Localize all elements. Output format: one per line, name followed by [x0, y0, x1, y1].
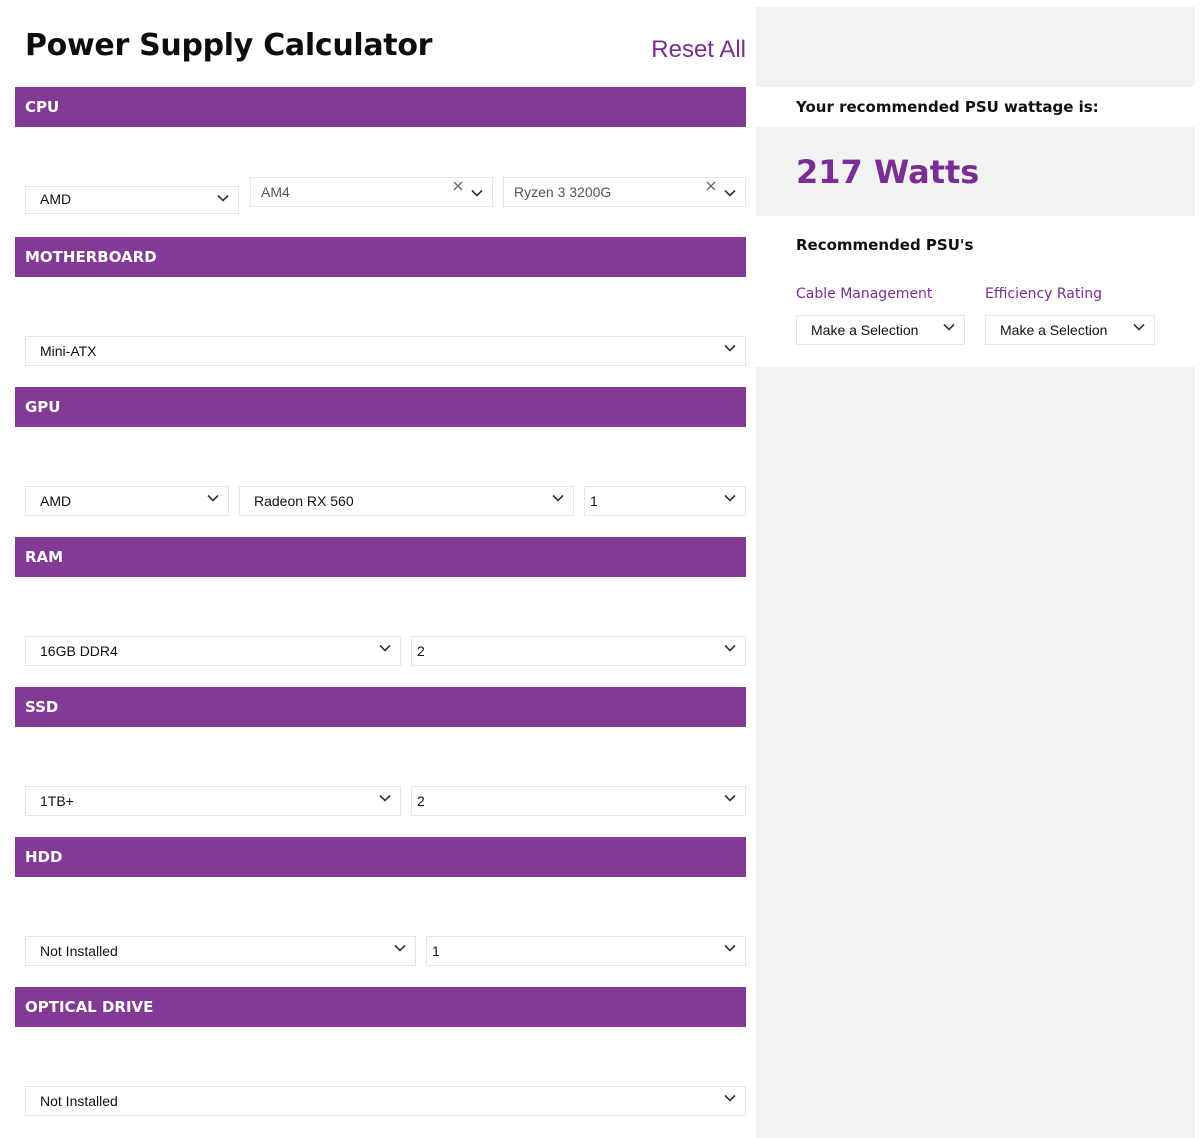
- optical-drive-type-select[interactable]: Not Installed: [25, 1086, 746, 1116]
- motherboard-section: MOTHERBOARD Mini-ATX: [15, 237, 746, 387]
- hdd-quantity-select[interactable]: 1: [426, 936, 746, 966]
- optical-drive-section-header: OPTICAL DRIVE: [15, 987, 746, 1027]
- cpu-model-value: Ryzen 3 3200G: [514, 184, 612, 200]
- cable-management-label: Cable Management: [796, 286, 933, 302]
- ssd-size-value: 1TB+: [40, 793, 74, 809]
- chevron-down-icon: [1133, 323, 1145, 331]
- gpu-quantity-value: 1: [590, 493, 598, 509]
- gpu-section-header: GPU: [15, 387, 746, 427]
- cpu-socket-value: AM4: [261, 184, 290, 200]
- gpu-quantity-select[interactable]: 1: [584, 486, 746, 516]
- wattage-label-band: Your recommended PSU wattage is:: [756, 87, 1195, 127]
- ram-type-select[interactable]: 16GB DDR4: [25, 636, 401, 666]
- cpu-brand-value: AMD: [40, 191, 72, 207]
- chevron-down-icon: [724, 344, 736, 352]
- cable-management-value: Make a Selection: [811, 322, 919, 338]
- chevron-down-icon: [394, 944, 406, 952]
- ssd-quantity-value: 2: [417, 793, 425, 809]
- hdd-quantity-value: 1: [432, 943, 440, 959]
- hdd-type-select[interactable]: Not Installed: [25, 936, 416, 966]
- cpu-brand-select[interactable]: AMD: [25, 186, 239, 214]
- chevron-down-icon: [379, 794, 391, 802]
- motherboard-section-header: MOTHERBOARD: [15, 237, 746, 277]
- optical-drive-section: OPTICAL DRIVE Not Installed: [15, 987, 746, 1137]
- reset-all-link[interactable]: Reset All: [651, 36, 746, 64]
- page-title: Power Supply Calculator: [25, 28, 433, 63]
- ssd-section-header: SSD: [15, 687, 746, 727]
- gpu-section: GPU AMD Radeon RX 560 1: [15, 387, 746, 537]
- ram-section-header: RAM: [15, 537, 746, 577]
- cpu-section: CPU AMD AM4 Ryzen 3 3200G: [15, 87, 746, 237]
- chevron-down-icon: [724, 494, 736, 502]
- clear-icon[interactable]: [452, 180, 464, 192]
- optical-drive-type-value: Not Installed: [40, 1093, 118, 1109]
- motherboard-form-factor-value: Mini-ATX: [40, 343, 97, 359]
- ram-section: RAM 16GB DDR4 2: [15, 537, 746, 687]
- chevron-down-icon: [724, 189, 736, 197]
- chevron-down-icon: [724, 1094, 736, 1102]
- ram-quantity-select[interactable]: 2: [411, 636, 746, 666]
- cpu-model-select[interactable]: Ryzen 3 3200G: [503, 177, 746, 207]
- ssd-quantity-select[interactable]: 2: [411, 786, 746, 816]
- chevron-down-icon: [552, 494, 564, 502]
- ssd-size-select[interactable]: 1TB+: [25, 786, 401, 816]
- recommended-psus-title: Recommended PSU's: [796, 236, 974, 254]
- hdd-type-value: Not Installed: [40, 943, 118, 959]
- chevron-down-icon: [471, 189, 483, 197]
- ssd-section: SSD 1TB+ 2: [15, 687, 746, 837]
- efficiency-rating-label: Efficiency Rating: [985, 286, 1103, 302]
- hdd-section: HDD Not Installed 1: [15, 837, 746, 987]
- clear-icon[interactable]: [705, 180, 717, 192]
- hdd-section-header: HDD: [15, 837, 746, 877]
- wattage-label: Your recommended PSU wattage is:: [796, 98, 1099, 116]
- efficiency-rating-value: Make a Selection: [1000, 322, 1108, 338]
- gpu-brand-value: AMD: [40, 493, 72, 509]
- chevron-down-icon: [217, 194, 229, 202]
- cpu-section-header: CPU: [15, 87, 746, 127]
- gpu-model-value: Radeon RX 560: [254, 493, 354, 509]
- result-panel: Your recommended PSU wattage is: 217 Wat…: [756, 7, 1195, 1138]
- gpu-brand-select[interactable]: AMD: [25, 486, 229, 516]
- chevron-down-icon: [724, 644, 736, 652]
- chevron-down-icon: [724, 794, 736, 802]
- recommended-psus-band: Recommended PSU's Cable Management Effic…: [756, 216, 1195, 367]
- calculator-form: Power Supply Calculator Reset All CPU AM…: [15, 0, 746, 1138]
- motherboard-form-factor-select[interactable]: Mini-ATX: [25, 336, 746, 366]
- gpu-model-select[interactable]: Radeon RX 560: [239, 486, 574, 516]
- chevron-down-icon: [207, 494, 219, 502]
- chevron-down-icon: [943, 323, 955, 331]
- cpu-socket-select[interactable]: AM4: [250, 177, 493, 207]
- chevron-down-icon: [724, 944, 736, 952]
- efficiency-rating-select[interactable]: Make a Selection: [985, 315, 1155, 345]
- chevron-down-icon: [379, 644, 391, 652]
- cable-management-select[interactable]: Make a Selection: [796, 315, 965, 345]
- ram-quantity-value: 2: [417, 643, 425, 659]
- recommended-wattage: 217 Watts: [796, 153, 980, 191]
- ram-type-value: 16GB DDR4: [40, 643, 118, 659]
